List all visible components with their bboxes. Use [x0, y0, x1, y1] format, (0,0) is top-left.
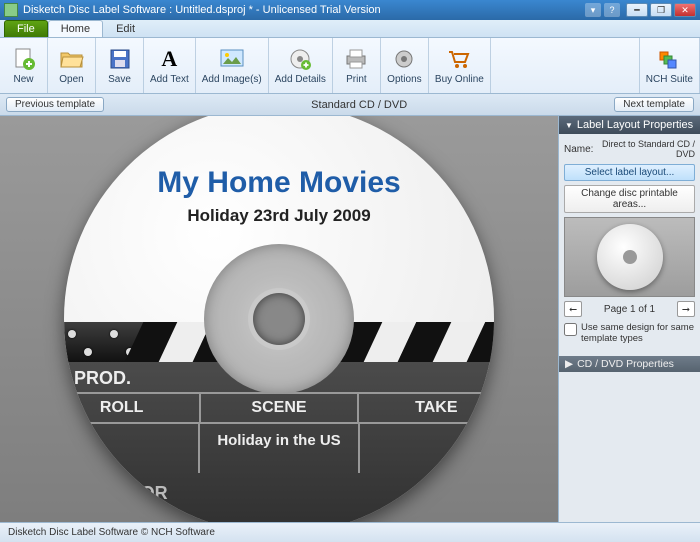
page-indicator: Page 1 of 1 [604, 304, 655, 315]
buy-online-button[interactable]: Buy Online [429, 38, 491, 93]
layout-thumbnail[interactable] [564, 217, 695, 297]
previous-template-button[interactable]: Previous template [6, 97, 104, 112]
same-design-checkbox-row[interactable]: Use same design for same template types [564, 322, 695, 345]
disc-label[interactable]: My Home Movies Holiday 23rd July 2009 PR… [64, 116, 494, 522]
properties-panel: ▼ Label Layout Properties Name: Direct t… [558, 116, 700, 522]
disc-center-hole [253, 293, 305, 345]
text-icon: A [156, 46, 182, 72]
nch-suite-button[interactable]: NCH Suite [640, 38, 700, 93]
window-title: Disketch Disc Label Software : Untitled.… [23, 4, 585, 16]
collapse-icon: ▼ [565, 121, 573, 130]
tab-file[interactable]: File [4, 20, 48, 37]
options-button[interactable]: Options [381, 38, 429, 93]
new-button[interactable]: New [0, 38, 48, 93]
template-name: Standard CD / DVD [104, 99, 614, 111]
suite-icon [656, 46, 682, 72]
label-layout-header[interactable]: ▼ Label Layout Properties [559, 116, 700, 134]
change-printable-areas-button[interactable]: Change disc printable areas... [564, 185, 695, 213]
template-bar: Previous template Standard CD / DVD Next… [0, 94, 700, 116]
cart-icon [446, 46, 472, 72]
app-icon [4, 3, 18, 17]
tab-edit[interactable]: Edit [103, 20, 148, 37]
open-button[interactable]: Open [48, 38, 96, 93]
new-file-icon [11, 46, 37, 72]
clapper-director-label: DIRECTOR [64, 473, 494, 514]
disc-title-text[interactable]: My Home Movies [64, 166, 494, 200]
help-icon[interactable]: ? [604, 3, 620, 17]
disc-subtitle-text[interactable]: Holiday 23rd July 2009 [64, 206, 494, 226]
select-label-layout-button[interactable]: Select label layout... [564, 164, 695, 181]
print-icon [343, 46, 369, 72]
ribbon-toolbar: New Open Save A Add Text Add Image(s) Ad… [0, 38, 700, 94]
next-template-button[interactable]: Next template [614, 97, 694, 112]
canvas-area[interactable]: My Home Movies Holiday 23rd July 2009 PR… [0, 116, 558, 522]
image-icon [219, 46, 245, 72]
cd-dvd-properties-header[interactable]: ▶ CD / DVD Properties [559, 356, 700, 372]
expand-icon: ▶ [565, 358, 573, 370]
save-icon [107, 46, 133, 72]
print-button[interactable]: Print [333, 38, 381, 93]
status-text: Disketch Disc Label Software © NCH Softw… [8, 527, 215, 538]
close-button[interactable]: ✕ [674, 3, 696, 17]
add-details-button[interactable]: Add Details [269, 38, 333, 93]
layout-name-value: Direct to Standard CD / DVD [596, 139, 695, 159]
same-design-checkbox[interactable] [564, 323, 577, 336]
clapper-roll-header: ROLL [64, 394, 201, 422]
add-text-button[interactable]: A Add Text [144, 38, 196, 93]
menu-tabs: File Home Edit [0, 20, 700, 38]
folder-open-icon [59, 46, 85, 72]
minimize-button[interactable]: ━ [626, 3, 648, 17]
tab-home[interactable]: Home [48, 20, 103, 37]
clapper-take-header: TAKE [359, 394, 494, 422]
layout-name-row: Name: Direct to Standard CD / DVD [564, 139, 695, 159]
maximize-button[interactable]: ❐ [650, 3, 672, 17]
add-image-button[interactable]: Add Image(s) [196, 38, 269, 93]
save-button[interactable]: Save [96, 38, 144, 93]
help-dropdown-icon[interactable]: ▾ [585, 3, 601, 17]
details-icon [287, 46, 313, 72]
gear-icon [391, 46, 417, 72]
clapper-scene-value[interactable]: Holiday in the US [200, 424, 360, 473]
page-next-button[interactable]: ⭢ [677, 301, 695, 317]
clapper-scene-header: SCENE [201, 394, 358, 422]
thumbnail-disc-icon [597, 224, 663, 290]
page-prev-button[interactable]: ⭠ [564, 301, 582, 317]
window-titlebar: Disketch Disc Label Software : Untitled.… [0, 0, 700, 20]
status-bar: Disketch Disc Label Software © NCH Softw… [0, 522, 700, 542]
